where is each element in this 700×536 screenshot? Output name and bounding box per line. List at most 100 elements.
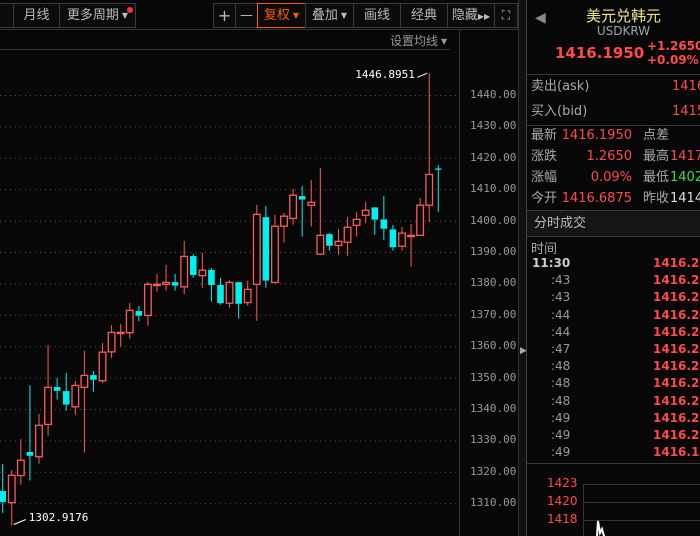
candle-body	[208, 269, 215, 285]
candle-body	[116, 331, 125, 335]
bid-label: 买入(bid)	[531, 104, 588, 119]
candle-body	[352, 218, 361, 226]
high-annotation: 1446.8951	[355, 68, 415, 82]
candle[interactable]	[90, 371, 97, 392]
tick-row: :47 1416.23	[527, 341, 700, 358]
candle[interactable]	[316, 167, 325, 255]
tick-time: :48	[551, 359, 571, 374]
y-tick-label: 1350.00	[470, 370, 517, 384]
tick-time: :47	[551, 342, 571, 356]
candle[interactable]	[198, 252, 207, 288]
stat-value: 1402	[670, 170, 700, 185]
candle-body	[298, 196, 306, 200]
panel-splitter[interactable]: ▶	[518, 0, 527, 536]
tick-price: 1416.23	[653, 290, 700, 305]
candle[interactable]	[0, 463, 6, 513]
stat-value: 1416.6875	[561, 191, 632, 206]
y-tick-label: 1430.00	[470, 119, 517, 133]
candle-body	[343, 226, 352, 243]
candle[interactable]	[270, 214, 279, 284]
tick-row: :49 1416.19	[527, 444, 700, 461]
ticks-header: 分时成交	[527, 211, 700, 236]
candle[interactable]	[416, 197, 425, 237]
candle-body	[307, 201, 316, 206]
candle[interactable]	[235, 282, 242, 319]
tick-price: 1416.22	[653, 273, 700, 288]
candle[interactable]	[116, 324, 125, 347]
bid-price: 1415.	[672, 104, 700, 119]
candle[interactable]	[171, 273, 179, 291]
candle[interactable]	[398, 226, 406, 251]
stat-label: 最新	[531, 128, 558, 143]
stat-label: 最低	[643, 170, 670, 185]
candle[interactable]	[262, 206, 270, 288]
candle-body	[44, 386, 53, 426]
candle[interactable]	[425, 73, 434, 223]
double-arrow-right-icon: ▶▶	[477, 12, 491, 21]
candle[interactable]	[143, 281, 152, 326]
tick-time: :49	[551, 410, 571, 425]
candle[interactable]	[135, 306, 143, 322]
stat-label: 最高	[643, 149, 670, 164]
candle[interactable]	[35, 414, 43, 464]
tick-time: :43	[551, 290, 571, 305]
candle[interactable]	[407, 224, 416, 267]
divider	[527, 463, 700, 464]
stat-value: 1416.1950	[561, 128, 632, 143]
fullscreen-button[interactable]: ⛶	[494, 3, 518, 28]
candle[interactable]	[343, 217, 352, 256]
candle[interactable]	[208, 268, 215, 302]
y-tick-label: 1420.00	[470, 150, 517, 164]
candle[interactable]	[225, 280, 234, 308]
candle[interactable]	[389, 224, 397, 251]
tick-time: :49	[551, 445, 571, 460]
candle[interactable]	[307, 180, 316, 227]
candle[interactable]	[7, 469, 16, 526]
mini-axis-label: 1423	[547, 476, 578, 490]
candle[interactable]	[334, 229, 343, 255]
candle-body	[243, 288, 252, 304]
candle[interactable]	[380, 196, 388, 240]
tick-row: :43 1416.23	[527, 289, 700, 306]
candle[interactable]	[125, 302, 134, 339]
candle[interactable]	[98, 343, 107, 383]
candle[interactable]	[62, 372, 70, 411]
mini-axis-label: 1418	[547, 512, 578, 526]
candle[interactable]	[153, 273, 161, 292]
candle[interactable]	[80, 350, 89, 453]
candle-body	[98, 351, 107, 382]
candle[interactable]	[252, 204, 261, 321]
candle[interactable]	[326, 232, 333, 251]
candle[interactable]	[298, 186, 306, 237]
candle-body	[7, 474, 16, 504]
candle-body	[35, 424, 43, 458]
tick-row: :48 1416.23	[527, 358, 700, 375]
candle[interactable]	[243, 280, 252, 306]
candle[interactable]	[162, 264, 170, 291]
candle[interactable]	[53, 377, 61, 400]
tick-row: 11:30 1416.23	[527, 255, 700, 272]
candle[interactable]	[289, 188, 298, 225]
candle-body	[125, 309, 134, 334]
candle-body	[180, 255, 189, 288]
tick-time: :44	[551, 324, 571, 339]
candle[interactable]	[71, 381, 80, 415]
candle[interactable]	[361, 202, 370, 224]
candle[interactable]	[180, 241, 189, 295]
candle[interactable]	[435, 165, 442, 212]
tick-price: 1416.21	[653, 428, 700, 442]
candle[interactable]	[107, 325, 116, 358]
candle[interactable]	[189, 253, 197, 278]
tick-row: :49 1416.21	[527, 427, 700, 444]
candle[interactable]	[352, 212, 361, 237]
candle[interactable]	[44, 345, 53, 436]
annotation-arrow-icon	[13, 519, 26, 525]
candle[interactable]	[280, 213, 288, 243]
candle[interactable]	[16, 439, 25, 485]
tick-price: 1416.22	[653, 376, 700, 391]
candle[interactable]	[217, 278, 224, 305]
candle[interactable]	[26, 385, 34, 481]
stat-label: 昨收	[643, 191, 670, 206]
stat-value: 1.2650	[586, 149, 633, 164]
candle[interactable]	[371, 207, 379, 235]
